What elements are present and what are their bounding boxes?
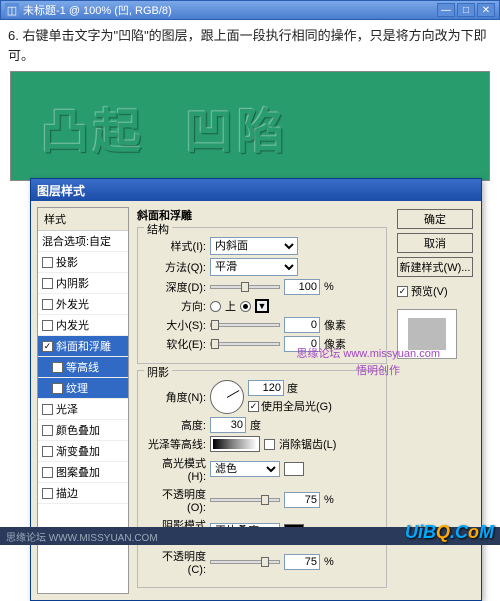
style-select[interactable]: 内斜面: [210, 237, 298, 255]
canvas-text-right: 凹陷: [185, 92, 289, 162]
style-item-2[interactable]: 外发光: [38, 294, 128, 315]
canvas-area: 凸起 凹陷: [10, 71, 490, 181]
style-item-5[interactable]: 等高线: [38, 357, 128, 378]
direction-up-radio[interactable]: [210, 301, 221, 312]
gloss-label: 光泽等高线:: [146, 436, 206, 452]
style-checkbox[interactable]: [42, 341, 53, 352]
shadow-opacity-slider[interactable]: [210, 560, 280, 564]
close-button[interactable]: ✕: [477, 3, 495, 17]
style-item-6[interactable]: 纹理: [38, 378, 128, 399]
depth-label: 深度(D):: [146, 279, 206, 295]
app-icon: ◫: [5, 3, 19, 17]
style-checkbox[interactable]: [42, 299, 53, 310]
window-title: 未标题-1 @ 100% (凹, RGB/8): [23, 2, 435, 18]
style-item-7[interactable]: 光泽: [38, 399, 128, 420]
angle-input[interactable]: [248, 380, 284, 396]
highlight-mode-label: 高光模式(H):: [146, 455, 206, 483]
ok-button[interactable]: 确定: [397, 209, 473, 229]
style-label: 样式(I):: [146, 238, 206, 254]
style-checkbox[interactable]: [42, 425, 53, 436]
style-item-11[interactable]: 描边: [38, 483, 128, 504]
style-item-label: 等高线: [66, 359, 99, 375]
style-item-1[interactable]: 内阴影: [38, 273, 128, 294]
watermark-2: 悟明创作: [356, 362, 400, 378]
style-item-label: 斜面和浮雕: [56, 338, 111, 354]
style-item-label: 渐变叠加: [56, 443, 100, 459]
style-item-9[interactable]: 渐变叠加: [38, 441, 128, 462]
shading-group: 阴影 角度(N): 度 使用全局光(G): [137, 370, 387, 588]
style-checkbox[interactable]: [42, 278, 53, 289]
size-label: 大小(S):: [146, 317, 206, 333]
style-item-3[interactable]: 内发光: [38, 315, 128, 336]
shadow-opacity-input[interactable]: [284, 554, 320, 570]
cancel-button[interactable]: 取消: [397, 233, 473, 253]
style-checkbox[interactable]: [42, 320, 53, 331]
direction-down-box[interactable]: ▼: [255, 299, 269, 313]
watermark-1: 思缘论坛 www.missyuan.com: [296, 345, 440, 361]
maximize-button[interactable]: □: [457, 3, 475, 17]
style-checkbox[interactable]: [42, 257, 53, 268]
direction-down-radio[interactable]: [240, 301, 251, 312]
structure-group: 结构 样式(I): 内斜面 方法(Q): 平滑 深度(D): % 方向:: [137, 227, 387, 364]
style-item-label: 投影: [56, 254, 78, 270]
style-item-label: 纹理: [66, 380, 88, 396]
style-item-0[interactable]: 投影: [38, 252, 128, 273]
method-label: 方法(Q):: [146, 259, 206, 275]
style-item-4[interactable]: 斜面和浮雕: [38, 336, 128, 357]
altitude-label: 高度:: [146, 417, 206, 433]
logo: UiBQ.CoM: [405, 522, 494, 543]
new-style-button[interactable]: 新建样式(W)...: [397, 257, 473, 277]
depth-slider[interactable]: [210, 285, 280, 289]
blend-options-item[interactable]: 混合选项:自定: [38, 231, 128, 252]
styles-header: 样式: [38, 208, 128, 231]
style-checkbox[interactable]: [52, 383, 63, 394]
style-checkbox[interactable]: [42, 404, 53, 415]
style-item-label: 外发光: [56, 296, 89, 312]
size-input[interactable]: [284, 317, 320, 333]
highlight-mode-select[interactable]: 滤色: [210, 461, 280, 477]
highlight-opacity-label: 不透明度(O):: [146, 486, 206, 514]
antialias-checkbox[interactable]: [264, 439, 275, 450]
depth-input[interactable]: [284, 279, 320, 295]
highlight-color-swatch[interactable]: [284, 462, 304, 476]
style-item-label: 光泽: [56, 401, 78, 417]
style-item-8[interactable]: 颜色叠加: [38, 420, 128, 441]
style-item-label: 颜色叠加: [56, 422, 100, 438]
style-item-label: 图案叠加: [56, 464, 100, 480]
angle-label: 角度(N):: [146, 389, 206, 405]
style-checkbox[interactable]: [42, 467, 53, 478]
dialog-titlebar: 图层样式: [31, 179, 481, 201]
main-titlebar: ◫ 未标题-1 @ 100% (凹, RGB/8) — □ ✕: [0, 0, 500, 20]
size-slider[interactable]: [210, 323, 280, 327]
global-light-checkbox[interactable]: [248, 401, 259, 412]
highlight-opacity-input[interactable]: [284, 492, 320, 508]
direction-label: 方向:: [146, 298, 206, 314]
shadow-opacity-label: 不透明度(C):: [146, 548, 206, 576]
method-select[interactable]: 平滑: [210, 258, 298, 276]
style-checkbox[interactable]: [42, 446, 53, 457]
panel-title: 斜面和浮雕: [137, 207, 387, 223]
soften-slider[interactable]: [210, 342, 280, 346]
style-item-label: 内发光: [56, 317, 89, 333]
style-item-label: 描边: [56, 485, 78, 501]
highlight-opacity-slider[interactable]: [210, 498, 280, 502]
gloss-contour[interactable]: [210, 436, 260, 452]
angle-dial[interactable]: [210, 380, 244, 414]
canvas-text-left: 凸起: [41, 92, 145, 162]
dialog-title: 图层样式: [37, 182, 475, 199]
style-checkbox[interactable]: [52, 362, 63, 373]
preview-checkbox[interactable]: [397, 286, 408, 297]
instruction-text: 6. 右键单击文字为"凹陷"的图层，跟上面一段执行相同的操作，只是将方向改为下即…: [8, 26, 492, 65]
style-item-10[interactable]: 图案叠加: [38, 462, 128, 483]
soften-label: 软化(E):: [146, 336, 206, 352]
minimize-button[interactable]: —: [437, 3, 455, 17]
style-checkbox[interactable]: [42, 488, 53, 499]
style-item-label: 内阴影: [56, 275, 89, 291]
altitude-input[interactable]: [210, 417, 246, 433]
